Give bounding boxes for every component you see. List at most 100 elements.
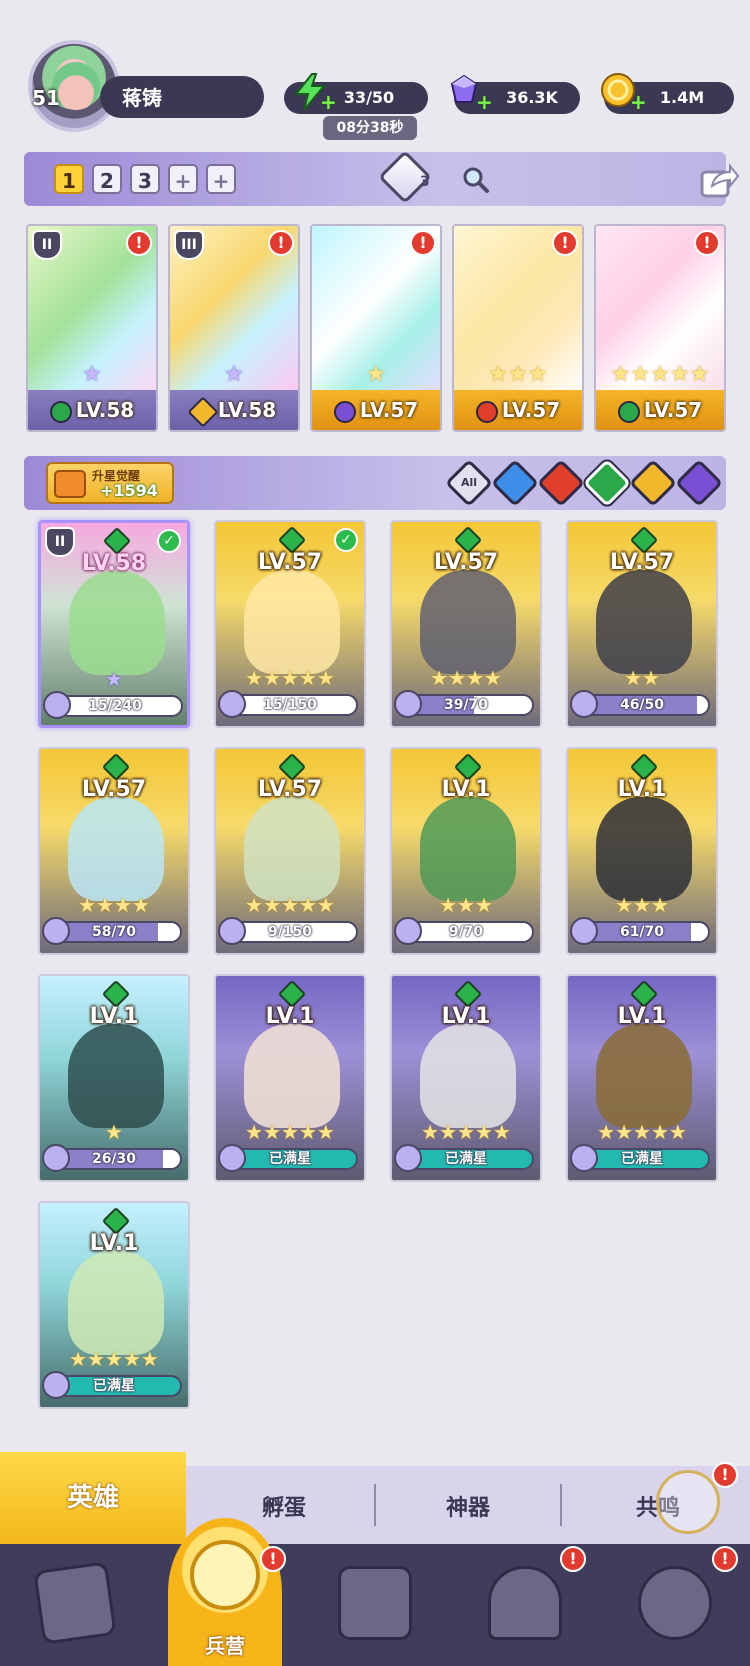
tab-divider xyxy=(374,1484,376,1526)
hero-card[interactable]: LV.1 ★★★★★ 已满星 xyxy=(214,974,366,1182)
hero-level: LV.1 xyxy=(441,777,491,802)
nav-cards[interactable] xyxy=(0,1544,150,1666)
alert-icon: ! xyxy=(552,230,578,256)
nav-book[interactable] xyxy=(300,1544,450,1666)
team-slot-4[interactable]: ★★★ ! LV.57 xyxy=(452,224,584,432)
nav-barracks-label: 兵营 xyxy=(205,1634,245,1658)
team-slot-5[interactable]: ★★★★★ ! LV.57 xyxy=(594,224,726,432)
hero-card[interactable]: LV.57 ★★★★ 39/70 xyxy=(390,520,542,728)
hero-level: LV.57 xyxy=(81,777,147,802)
magnify-icon[interactable] xyxy=(460,164,490,194)
hero-portrait xyxy=(596,1024,692,1128)
filter-dark-icon[interactable] xyxy=(674,458,724,508)
sword-icon xyxy=(54,470,86,498)
hero-card[interactable]: LV.1 ★★★★★ 已满星 xyxy=(38,1201,190,1409)
player-name[interactable]: 蒋铸 xyxy=(100,76,264,118)
star-rating: ★★★★★ xyxy=(245,893,335,917)
earth-element-icon xyxy=(49,400,72,423)
hero-card[interactable]: LV.1 ★★★ 61/70 xyxy=(566,747,718,955)
shard-icon xyxy=(218,1144,246,1172)
hero-card[interactable]: LV.58 ★ 15/240 ✓ II xyxy=(38,520,190,728)
shard-icon xyxy=(394,690,422,718)
star-rating: ★★★★ xyxy=(430,666,502,690)
tab-divider xyxy=(560,1484,562,1526)
barracks-icon xyxy=(190,1540,260,1610)
star-rating: ★★★★★ xyxy=(245,1120,335,1144)
team-tab-2[interactable]: 2 xyxy=(92,164,122,194)
alert-icon: ! xyxy=(712,1546,738,1572)
nav-barracks[interactable]: 兵营 xyxy=(168,1518,282,1666)
coin-plus-icon[interactable]: + xyxy=(630,92,647,112)
earth-element-icon xyxy=(617,400,640,423)
filter-fire-icon[interactable] xyxy=(536,458,586,508)
share-icon[interactable] xyxy=(696,158,740,202)
checkmark-icon: ✓ xyxy=(157,529,181,553)
team-tab-1[interactable]: 1 xyxy=(54,164,84,194)
team-level: LV.58 xyxy=(217,398,277,422)
team-level: LV.57 xyxy=(501,398,561,422)
rank-shield-icon: III xyxy=(174,230,204,260)
team-tab-add-1[interactable]: + xyxy=(168,164,198,194)
team-slot-3[interactable]: ★ ! LV.57 xyxy=(310,224,442,432)
energy-plus-icon[interactable]: + xyxy=(320,92,337,112)
hero-card[interactable]: LV.1 ★ 26/30 xyxy=(38,974,190,1182)
shard-icon xyxy=(394,917,422,945)
hero-card[interactable]: LV.57 ★★★★ 58/70 xyxy=(38,747,190,955)
star-rating: ★★ xyxy=(624,666,660,690)
hero-card[interactable]: LV.57 ★★ 46/50 xyxy=(566,520,718,728)
hero-portrait xyxy=(69,571,165,675)
star-rating: ★★★★★ xyxy=(69,1347,159,1371)
filter-light-icon[interactable] xyxy=(628,458,678,508)
team-tab-3[interactable]: 3 xyxy=(130,164,160,194)
book-icon xyxy=(338,1566,412,1640)
team-tab-add-2[interactable]: + xyxy=(206,164,236,194)
guild-icon xyxy=(622,1550,728,1656)
filter-earth-icon[interactable] xyxy=(582,458,632,508)
hero-portrait xyxy=(68,1024,164,1128)
hero-level: LV.57 xyxy=(433,550,499,575)
hero-level: LV.57 xyxy=(257,777,323,802)
alert-icon: ! xyxy=(712,1462,738,1488)
team-level: LV.57 xyxy=(359,398,419,422)
star-rating: ★★★★★ xyxy=(610,362,710,387)
filter-bar: 升星觉醒 +1594 All xyxy=(24,456,726,510)
hero-portrait xyxy=(244,797,340,901)
hero-level: LV.1 xyxy=(617,1004,667,1029)
hero-portrait xyxy=(68,797,164,901)
rank-level: 3 xyxy=(420,174,430,190)
hero-portrait xyxy=(420,570,516,674)
hero-card[interactable]: LV.1 ★★★★★ 已满星 xyxy=(390,974,542,1182)
star-rating: ★ xyxy=(366,362,386,387)
hero-card[interactable]: LV.1 ★★★★★ 已满星 xyxy=(566,974,718,1182)
team-slot-1[interactable]: ★ II ! LV.58 xyxy=(26,224,158,432)
alert-icon: ! xyxy=(560,1546,586,1572)
hero-level: LV.1 xyxy=(441,1004,491,1029)
hero-card[interactable]: LV.57 ★★★★★ 15/150 ✓ xyxy=(214,520,366,728)
team-slot-2[interactable]: ★ III ! LV.58 xyxy=(168,224,300,432)
awaken-button[interactable]: 升星觉醒 +1594 xyxy=(46,462,174,504)
alert-icon: ! xyxy=(268,230,294,256)
tab-heroes[interactable]: 英雄 xyxy=(0,1452,186,1544)
filter-all[interactable]: All xyxy=(444,458,494,508)
hero-card[interactable]: LV.1 ★★★ 9/70 xyxy=(390,747,542,955)
star-rating: ★ xyxy=(224,362,244,387)
hero-portrait xyxy=(244,570,340,674)
star-rating: ★★★ xyxy=(488,362,548,387)
floating-ring-icon[interactable] xyxy=(656,1470,720,1534)
shard-icon xyxy=(42,1144,70,1172)
alert-icon: ! xyxy=(126,230,152,256)
hero-level: LV.1 xyxy=(89,1231,139,1256)
shard-icon xyxy=(570,1144,598,1172)
checkmark-icon: ✓ xyxy=(334,528,358,552)
filter-water-icon[interactable] xyxy=(490,458,540,508)
team-level-bar: LV.58 xyxy=(28,390,156,430)
team-level-bar: LV.58 xyxy=(170,390,298,430)
awaken-value: +1594 xyxy=(100,481,158,500)
gem-plus-icon[interactable]: + xyxy=(476,92,493,112)
hero-card[interactable]: LV.57 ★★★★★ 9/150 xyxy=(214,747,366,955)
shard-icon xyxy=(570,917,598,945)
star-rating: ★ xyxy=(105,667,123,691)
tab-artifact[interactable]: 神器 xyxy=(380,1490,556,1522)
hero-level: LV.57 xyxy=(257,550,323,575)
hero-level: LV.1 xyxy=(617,777,667,802)
